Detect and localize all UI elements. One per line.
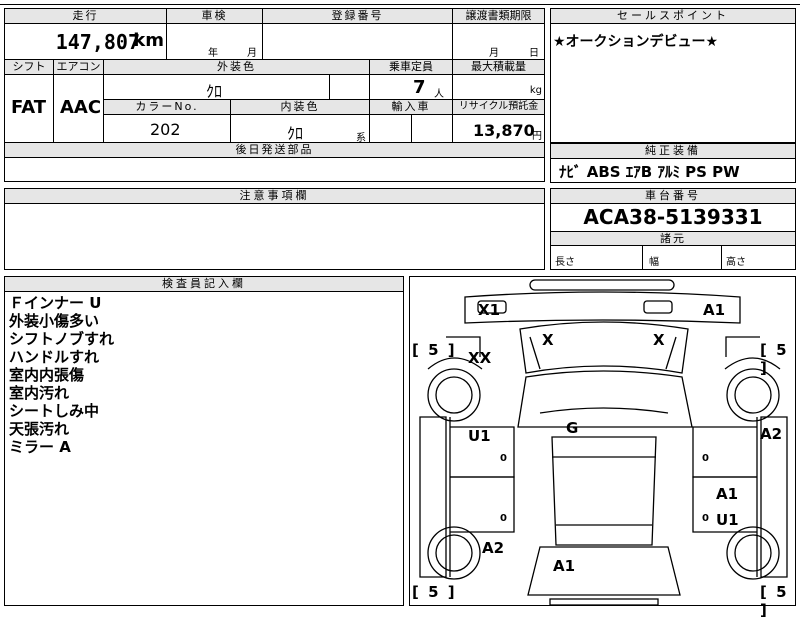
- ext-color-cell: ｸﾛ: [104, 75, 330, 101]
- capacity-value: 7: [413, 77, 426, 98]
- mark-a2-left: A2: [482, 539, 505, 557]
- note-line: シートしみ中: [9, 402, 100, 420]
- note-line: 室内内張傷: [9, 366, 85, 384]
- shift-header: シフト: [5, 60, 54, 75]
- transfer-day: 日: [529, 48, 539, 59]
- chassis-number: ACA38-5139331: [583, 205, 763, 229]
- recycle-value: 13,870: [473, 121, 535, 140]
- load-header: 最大積載量: [453, 60, 544, 75]
- zero-left-1: 0: [500, 453, 507, 464]
- zero-right-1: 0: [702, 453, 709, 464]
- equipment-items: ﾅﾋﾞ ABS ｴｱB ｱﾙﾐ PS PW: [559, 163, 740, 181]
- mark-a1-bottom: A1: [553, 557, 576, 575]
- load-unit: kg: [529, 85, 542, 96]
- inspector-box: 検査員記入欄 Ｆインナー U 外装小傷多い シフトノブすれ ハンドルすれ 室内内…: [4, 276, 404, 606]
- mileage-unit: km: [133, 30, 164, 51]
- inspector-header: 検査員記入欄: [5, 277, 403, 292]
- int-color-value: ｸﾛ: [287, 124, 304, 143]
- inspection-cell: 年 月: [167, 24, 263, 60]
- spec-divider-1: [642, 246, 643, 270]
- spec-width: 幅: [649, 257, 659, 268]
- sales-point-header: セールスポイント: [551, 9, 795, 24]
- mark-xx: XX: [468, 349, 492, 367]
- mark-g: G: [566, 419, 579, 437]
- recycle-unit: 円: [532, 131, 542, 142]
- registration-header: 登録番号: [263, 9, 453, 24]
- ac-header: エアコン: [54, 60, 104, 75]
- int-color-header: 内装色: [231, 100, 370, 115]
- tread-top-right: [ 5 ]: [760, 341, 789, 377]
- ac-cell: AAC: [54, 75, 104, 143]
- capacity-unit: 人: [434, 89, 444, 100]
- mark-x-left: X: [542, 331, 554, 349]
- damage-diagram: X1 A1 X X [ 5 ] [ 5 ] XX G U1 A2 0 0 A1 …: [409, 276, 796, 619]
- chassis-box: 車台番号 ACA38-5139331 諸元 長さ 幅 高さ: [550, 188, 796, 270]
- tread-bottom-right: [ 5 ]: [760, 583, 789, 619]
- tread-top-left: [ 5 ]: [412, 341, 457, 359]
- color-no-cell: 202: [104, 115, 231, 143]
- mark-a1-right: A1: [716, 485, 739, 503]
- mark-x1: X1: [478, 301, 501, 319]
- mark-u1-right: U1: [716, 511, 739, 529]
- import-cell-b: [412, 115, 453, 143]
- import-cell-a: [370, 115, 412, 143]
- sales-point-box: セールスポイント ★オークションデビュー★: [550, 8, 796, 143]
- tread-bottom-left: [ 5 ]: [412, 583, 457, 601]
- spec-height: 高さ: [726, 257, 746, 268]
- ext-color-header: 外装色: [104, 60, 370, 75]
- mark-u1-left: U1: [468, 427, 491, 445]
- ac-value: AAC: [60, 97, 102, 118]
- registration-cell: [263, 24, 453, 60]
- zero-left-2: 0: [500, 513, 507, 524]
- load-cell: kg: [453, 75, 544, 100]
- later-parts-header: 後日発送部品: [5, 143, 544, 158]
- vehicle-info-table: 走行 車検 登録番号 譲渡書類期限 147,807 km 年 月 月 日 シフト…: [4, 8, 545, 182]
- recycle-header: リサイクル預託金: [453, 100, 544, 115]
- top-edge-strip: [0, 0, 800, 5]
- shift-cell: FAT: [5, 75, 54, 143]
- int-color-unit: 系: [356, 133, 366, 144]
- chassis-header: 車台番号: [551, 189, 795, 204]
- note-line: ハンドルすれ: [9, 348, 100, 366]
- transfer-header: 譲渡書類期限: [453, 9, 544, 24]
- note-line: ミラー A: [9, 438, 71, 456]
- import-header: 輸入車: [370, 100, 453, 115]
- recycle-cell: 13,870 円: [453, 115, 544, 143]
- note-line: Ｆインナー U: [9, 294, 102, 312]
- mark-a2-right: A2: [760, 425, 783, 443]
- ext-color-extra-cell: [330, 75, 370, 100]
- equipment-box: 純正装備 ﾅﾋﾞ ABS ｴｱB ｱﾙﾐ PS PW: [550, 143, 796, 183]
- sales-point-text: ★オークションデビュー★: [553, 34, 719, 50]
- caution-box: 注意事項欄: [4, 188, 545, 270]
- capacity-cell: 7 人: [370, 75, 453, 100]
- equipment-header: 純正装備: [551, 144, 795, 159]
- zero-right-2: 0: [702, 513, 709, 524]
- inspection-month: 月: [247, 48, 257, 59]
- capacity-header: 乗車定員: [370, 60, 453, 75]
- int-color-cell: ｸﾛ 系: [231, 115, 370, 144]
- caution-header: 注意事項欄: [5, 189, 544, 204]
- color-no-value: 202: [150, 120, 181, 139]
- mark-x-right: X: [653, 331, 665, 349]
- shift-value: FAT: [11, 97, 47, 118]
- mileage-value: 147,807: [55, 30, 140, 54]
- ext-color-value: ｸﾛ: [206, 82, 223, 101]
- specs-header: 諸元: [551, 232, 795, 246]
- inspection-header: 車検: [167, 9, 263, 24]
- note-line: 天張汚れ: [9, 420, 70, 438]
- spec-divider-2: [721, 246, 722, 270]
- spec-length: 長さ: [555, 257, 575, 268]
- transfer-cell: 月 日: [453, 24, 544, 60]
- mileage-cell: 147,807 km: [5, 24, 167, 60]
- transfer-month: 月: [489, 48, 499, 59]
- note-line: 室内汚れ: [9, 384, 70, 402]
- inspector-notes: Ｆインナー U 外装小傷多い シフトノブすれ ハンドルすれ 室内内張傷 室内汚れ…: [9, 294, 114, 456]
- note-line: 外装小傷多い: [9, 312, 100, 330]
- note-line: シフトノブすれ: [9, 330, 115, 348]
- inspection-year: 年: [208, 48, 218, 59]
- mileage-header: 走行: [5, 9, 167, 24]
- color-no-header: カラーNo.: [104, 100, 231, 115]
- mark-a1-top: A1: [703, 301, 726, 319]
